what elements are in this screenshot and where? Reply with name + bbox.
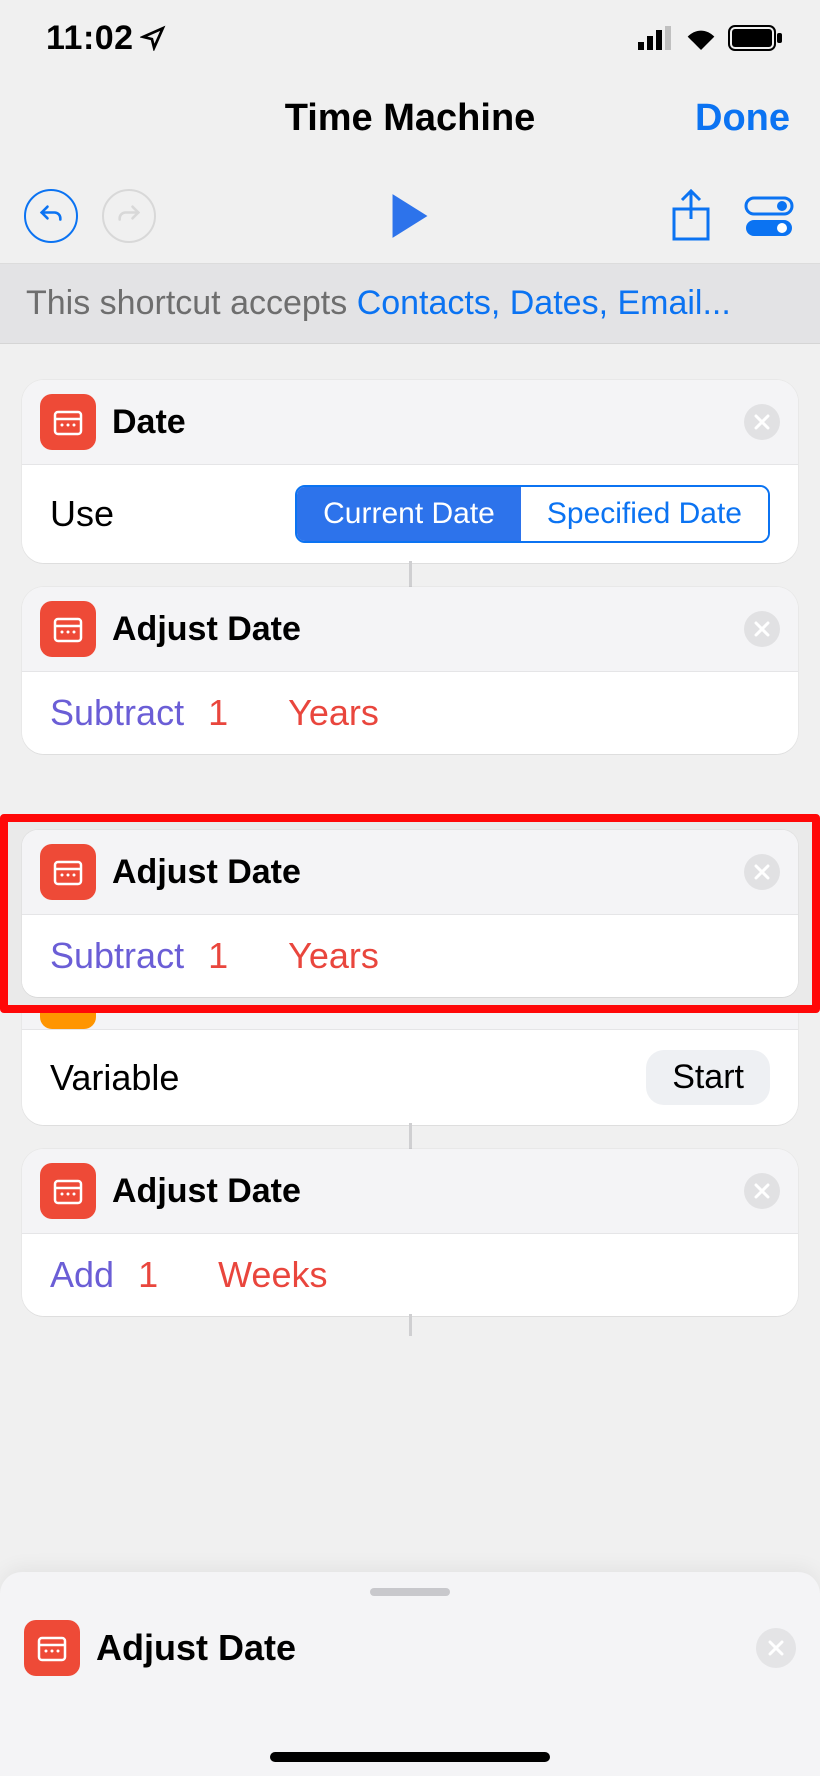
connector — [409, 561, 412, 589]
grabber-handle[interactable] — [370, 1588, 450, 1596]
param-unit[interactable]: Years — [288, 692, 379, 734]
share-icon — [670, 189, 712, 243]
highlight-box: Adjust Date Subtract 1 Years — [0, 814, 820, 1013]
toolbar — [0, 168, 820, 264]
action-title: Adjust Date — [112, 610, 301, 649]
calendar-icon — [40, 394, 96, 450]
calendar-icon — [40, 601, 96, 657]
home-indicator[interactable] — [270, 1752, 550, 1762]
param-value[interactable]: 1 — [208, 935, 228, 977]
close-icon — [767, 1639, 785, 1657]
param-value[interactable]: 1 — [138, 1254, 158, 1296]
done-button[interactable]: Done — [695, 97, 790, 140]
close-icon — [753, 1182, 771, 1200]
variable-label: Variable — [50, 1057, 179, 1099]
bottom-sheet[interactable]: Adjust Date — [0, 1572, 820, 1776]
action-date[interactable]: Date Use Current Date Specified Date — [22, 380, 798, 563]
workflow: Date Use Current Date Specified Date Adj… — [0, 344, 820, 1336]
param-operation[interactable]: Add — [50, 1254, 114, 1296]
shortcut-input-bar[interactable]: This shortcut accepts Contacts, Dates, E… — [0, 264, 820, 344]
param-unit[interactable]: Weeks — [218, 1254, 327, 1296]
undo-icon — [37, 202, 65, 230]
sheet-title: Adjust Date — [96, 1627, 296, 1669]
action-title: Date — [112, 403, 186, 442]
battery-icon — [728, 25, 784, 51]
action-title: Adjust Date — [112, 853, 301, 892]
param-unit[interactable]: Years — [288, 935, 379, 977]
param-operation[interactable]: Subtract — [50, 935, 184, 977]
time-text: 11:02 — [46, 19, 134, 58]
toggle-icon — [744, 194, 794, 238]
delete-action-button[interactable] — [744, 611, 780, 647]
calendar-icon — [24, 1620, 80, 1676]
connector — [409, 1123, 412, 1151]
location-icon — [140, 25, 166, 51]
calendar-icon — [40, 1163, 96, 1219]
share-button[interactable] — [664, 189, 718, 243]
param-value[interactable]: 1 — [208, 692, 228, 734]
delete-action-button[interactable] — [744, 1173, 780, 1209]
cellular-icon — [638, 26, 674, 50]
action-title: Adjust Date — [112, 1172, 301, 1211]
action-adjust-date[interactable]: Adjust Date Subtract 1 Years — [22, 587, 798, 754]
action-set-variable[interactable]: Variable Start — [22, 1011, 798, 1125]
wifi-icon — [684, 26, 718, 50]
date-type-segmented[interactable]: Current Date Specified Date — [295, 485, 770, 543]
delete-action-button[interactable] — [744, 404, 780, 440]
use-label: Use — [50, 493, 114, 535]
nav-header: Time Machine Done — [0, 68, 820, 168]
accepts-types[interactable]: Contacts, Dates, Email... — [357, 284, 731, 322]
variable-icon — [40, 1011, 96, 1029]
settings-toggle-button[interactable] — [742, 189, 796, 243]
variable-pill[interactable]: Start — [646, 1050, 770, 1105]
action-adjust-date-highlighted[interactable]: Adjust Date Subtract 1 Years — [22, 830, 798, 997]
play-button[interactable] — [383, 189, 437, 243]
calendar-icon — [40, 844, 96, 900]
redo-icon — [115, 202, 143, 230]
close-icon — [753, 413, 771, 431]
close-icon — [753, 620, 771, 638]
close-icon — [753, 863, 771, 881]
play-icon — [388, 192, 432, 240]
status-time: 11:02 — [46, 19, 166, 58]
connector — [409, 1314, 412, 1336]
delete-action-button[interactable] — [744, 854, 780, 890]
param-operation[interactable]: Subtract — [50, 692, 184, 734]
action-adjust-date[interactable]: Adjust Date Add 1 Weeks — [22, 1149, 798, 1316]
segment-current-date[interactable]: Current Date — [297, 487, 521, 541]
close-sheet-button[interactable] — [756, 1628, 796, 1668]
segment-specified-date[interactable]: Specified Date — [521, 487, 768, 541]
undo-button[interactable] — [24, 189, 78, 243]
status-bar: 11:02 — [0, 0, 820, 68]
redo-button — [102, 189, 156, 243]
accepts-label: This shortcut accepts — [26, 284, 357, 322]
page-title: Time Machine — [285, 97, 536, 140]
